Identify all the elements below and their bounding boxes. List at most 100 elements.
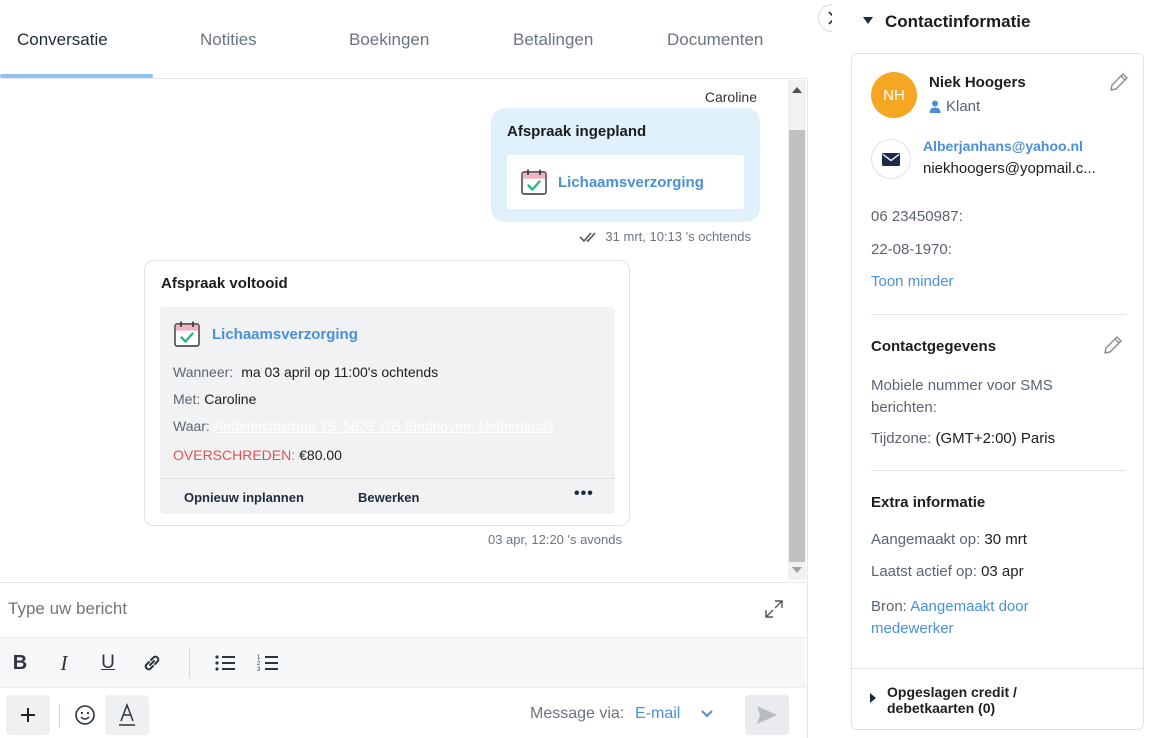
message-timestamp: 31 mrt, 10:13 's ochtends [605, 229, 751, 244]
underline-icon[interactable]: U [96, 651, 120, 675]
source-row: Bron: Aangemaakt door medewerker [871, 596, 1101, 640]
with-label: Met: [173, 391, 201, 407]
appointment-details-card: Lichaamsverzorging Wanneer: ma 03 april o… [160, 307, 615, 514]
appointment-card[interactable]: Lichaamsverzorging [507, 155, 744, 209]
phone-number: 06 23450987: [871, 208, 963, 225]
scrollbar-thumb[interactable] [789, 130, 805, 562]
service-link[interactable]: Lichaamsverzorging [212, 326, 358, 343]
role-label: Klant [946, 98, 981, 115]
active-tab-indicator [0, 74, 153, 78]
add-icon[interactable] [6, 695, 50, 735]
user-icon [929, 100, 941, 113]
more-options-icon[interactable]: ••• [574, 485, 594, 503]
message-title: Afspraak ingepland [507, 123, 647, 140]
chevron-down-icon[interactable] [700, 709, 714, 719]
avatar: NH [871, 72, 917, 118]
bar-divider [59, 704, 60, 728]
scroll-up-icon[interactable] [792, 87, 802, 93]
tab-boekingen[interactable]: Boekingen [349, 30, 429, 50]
source-label: Bron: [871, 598, 907, 615]
scroll-down-icon[interactable] [792, 567, 802, 573]
tab-conversatie[interactable]: Conversatie [17, 30, 108, 50]
when-row: Wanneer: ma 03 april op 11:00's ochtends [173, 364, 438, 380]
conversation-panel: Conversatie Notities Boekingen Betalinge… [0, 0, 808, 738]
bold-icon[interactable]: B [8, 651, 32, 675]
appointment-actions: Opnieuw inplannen Bewerken ••• [160, 478, 615, 514]
tab-betalingen[interactable]: Betalingen [513, 30, 593, 50]
italic-icon[interactable]: I [52, 651, 76, 675]
timezone-row: Tijdzone: (GMT+2:00) Paris [871, 430, 1055, 447]
calendar-check-icon [173, 320, 201, 348]
link-icon[interactable] [140, 651, 164, 675]
timezone-value: (GMT+2:00) Paris [935, 430, 1056, 447]
tab-bar: Conversatie Notities Boekingen Betalinge… [0, 0, 808, 79]
contact-details-heading: Contactgegevens [871, 338, 997, 355]
caret-right-icon[interactable] [870, 693, 876, 703]
sms-number-label: Mobiele nummer voor SMS berichten: [871, 377, 1053, 416]
toolbar-divider [189, 648, 190, 678]
last-active-row: Laatst actief op: 03 apr [871, 563, 1024, 580]
composer-bottom-bar: Message via: E-mail [0, 687, 806, 738]
where-label: Waar: [173, 418, 210, 434]
overdue-label: OVERSCHREDEN: [173, 447, 296, 463]
contact-name: Niek Hoogers [929, 74, 1026, 91]
numbered-list-icon[interactable]: 123 [256, 651, 280, 675]
expand-icon[interactable] [764, 599, 784, 619]
message-via-label: Message via: [530, 705, 625, 722]
contact-info-panel: Contactinformatie NH Niek Hoogers Klant … [832, 0, 1152, 738]
reschedule-button[interactable]: Opnieuw inplannen [184, 490, 304, 505]
app-window: Conversatie Notities Boekingen Betalinge… [0, 0, 1152, 738]
created-value: 30 mrt [984, 531, 1027, 548]
section-divider [871, 470, 1126, 471]
tab-notities[interactable]: Notities [200, 30, 257, 50]
edit-button[interactable]: Bewerken [358, 490, 419, 505]
caret-down-icon[interactable] [863, 17, 873, 25]
saved-cards-toggle[interactable]: Opgeslagen credit / debetkaarten (0) [887, 684, 1087, 716]
message-title: Afspraak voltooid [161, 275, 288, 292]
where-row: Waar: Anderlechtstraat 15, 5628 WB Eindho… [173, 418, 601, 434]
status-row: OVERSCHREDEN: €80.00 [173, 447, 342, 463]
section-divider [852, 668, 1143, 669]
bullet-list-icon[interactable] [213, 651, 237, 675]
pencil-icon[interactable] [1108, 71, 1130, 93]
message-composer: B I U 123 [0, 582, 806, 738]
message-sender: Caroline [704, 89, 757, 105]
double-check-icon [579, 231, 601, 243]
when-value: ma 03 april op 11:00's ochtends [241, 364, 439, 380]
panel-title: Contactinformatie [885, 12, 1031, 31]
last-active-value: 03 apr [981, 563, 1024, 580]
address-link[interactable]: Anderlechtstraat 15, 5628 WB Eindhoven, … [214, 418, 554, 434]
svg-text:3: 3 [257, 667, 261, 673]
last-active-label: Laatst actief op: [871, 563, 977, 580]
service-link[interactable]: Lichaamsverzorging [558, 174, 704, 191]
message-bubble-scheduled: Afspraak ingepland Lichaamsverzorging [491, 108, 760, 222]
send-icon[interactable] [745, 695, 789, 735]
created-row: Aangemaakt op: 30 mrt [871, 531, 1027, 548]
show-less-link[interactable]: Toon minder [871, 273, 954, 290]
message-bubble-completed: Afspraak voltooid Lichaamsverzorging Wan… [144, 260, 630, 526]
message-timestamp: 03 apr, 12:20 's avonds [487, 532, 622, 547]
secondary-email: niekhoogers@yopmail.c... [923, 160, 1096, 177]
contact-role: Klant [929, 98, 980, 115]
text-color-icon[interactable] [105, 695, 149, 735]
timezone-label: Tijdzone: [871, 430, 932, 447]
calendar-check-icon [520, 168, 548, 196]
with-row: Met: Caroline [173, 391, 256, 407]
formatting-toolbar: B I U 123 [0, 637, 806, 687]
message-meta: 31 mrt, 10:13 's ochtends [579, 229, 751, 244]
channel-select[interactable]: E-mail [635, 705, 680, 723]
emoji-icon[interactable] [74, 704, 96, 726]
amount-value: €80.00 [299, 447, 342, 463]
with-value: Caroline [204, 391, 257, 407]
section-divider [871, 314, 1126, 315]
mail-icon [871, 139, 911, 179]
birthdate: 22-08-1970: [871, 241, 952, 258]
when-label: Wanneer: [173, 364, 234, 380]
extra-info-heading: Extra informatie [871, 494, 986, 511]
pencil-icon[interactable] [1102, 334, 1124, 356]
primary-email-link[interactable]: Alberjanhans@yahoo.nl [923, 138, 1083, 154]
contact-card: NH Niek Hoogers Klant Alberjanhans@yahoo… [851, 53, 1144, 730]
created-label: Aangemaakt op: [871, 531, 981, 548]
message-input[interactable] [8, 599, 708, 619]
tab-documenten[interactable]: Documenten [667, 30, 763, 50]
